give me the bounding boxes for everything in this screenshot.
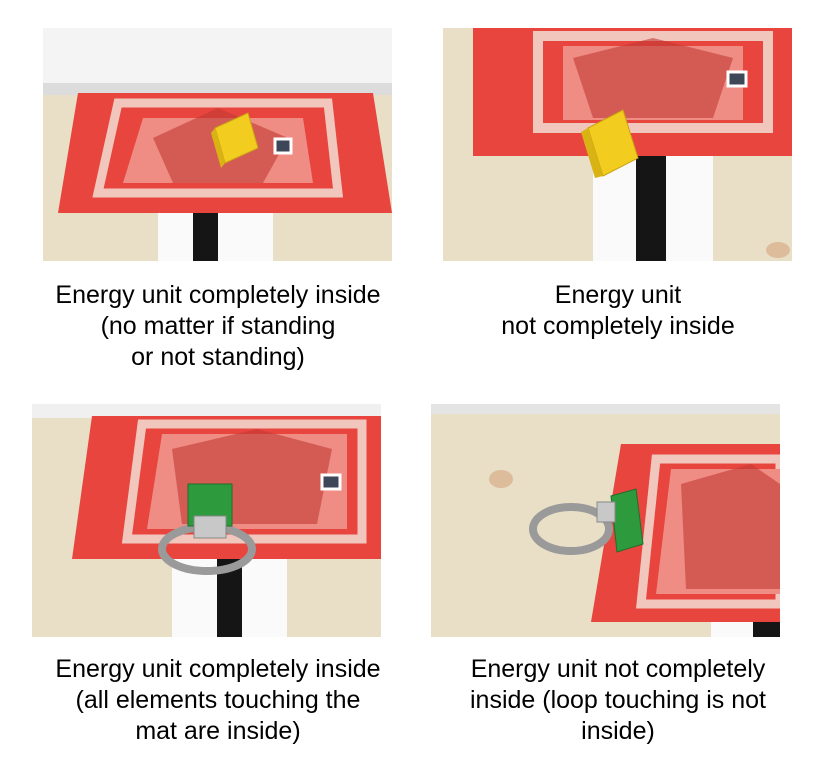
photo-yellow-unit-not-inside [443, 28, 792, 261]
caption-line: inside) [581, 717, 655, 745]
photo-green-unit-not-inside [431, 404, 780, 637]
caption-line: inside (loop touching is not [469, 686, 767, 714]
caption-line: mat are inside) [135, 717, 301, 745]
caption-green-unit-not-inside: Energy unit not completely inside (loop … [425, 654, 811, 747]
caption-line: (no matter if standing [100, 312, 336, 340]
photo-yellow-unit-inside [43, 28, 392, 261]
caption-line: (all elements touching the [75, 686, 361, 714]
caption-line: not completely inside [501, 312, 735, 340]
caption-line: or not standing) [131, 343, 305, 371]
caption-yellow-unit-not-inside: Energy unit not completely inside [425, 280, 811, 342]
caption-line: Energy unit completely inside [55, 281, 381, 309]
caption-line: Energy unit [554, 281, 682, 309]
caption-line: Energy unit not completely [470, 655, 766, 683]
caption-line: Energy unit completely inside [55, 655, 381, 683]
caption-green-unit-inside: Energy unit completely inside (all eleme… [0, 654, 436, 747]
caption-yellow-unit-inside: Energy unit completely inside (no matter… [0, 280, 436, 373]
photo-green-unit-inside [32, 404, 381, 637]
